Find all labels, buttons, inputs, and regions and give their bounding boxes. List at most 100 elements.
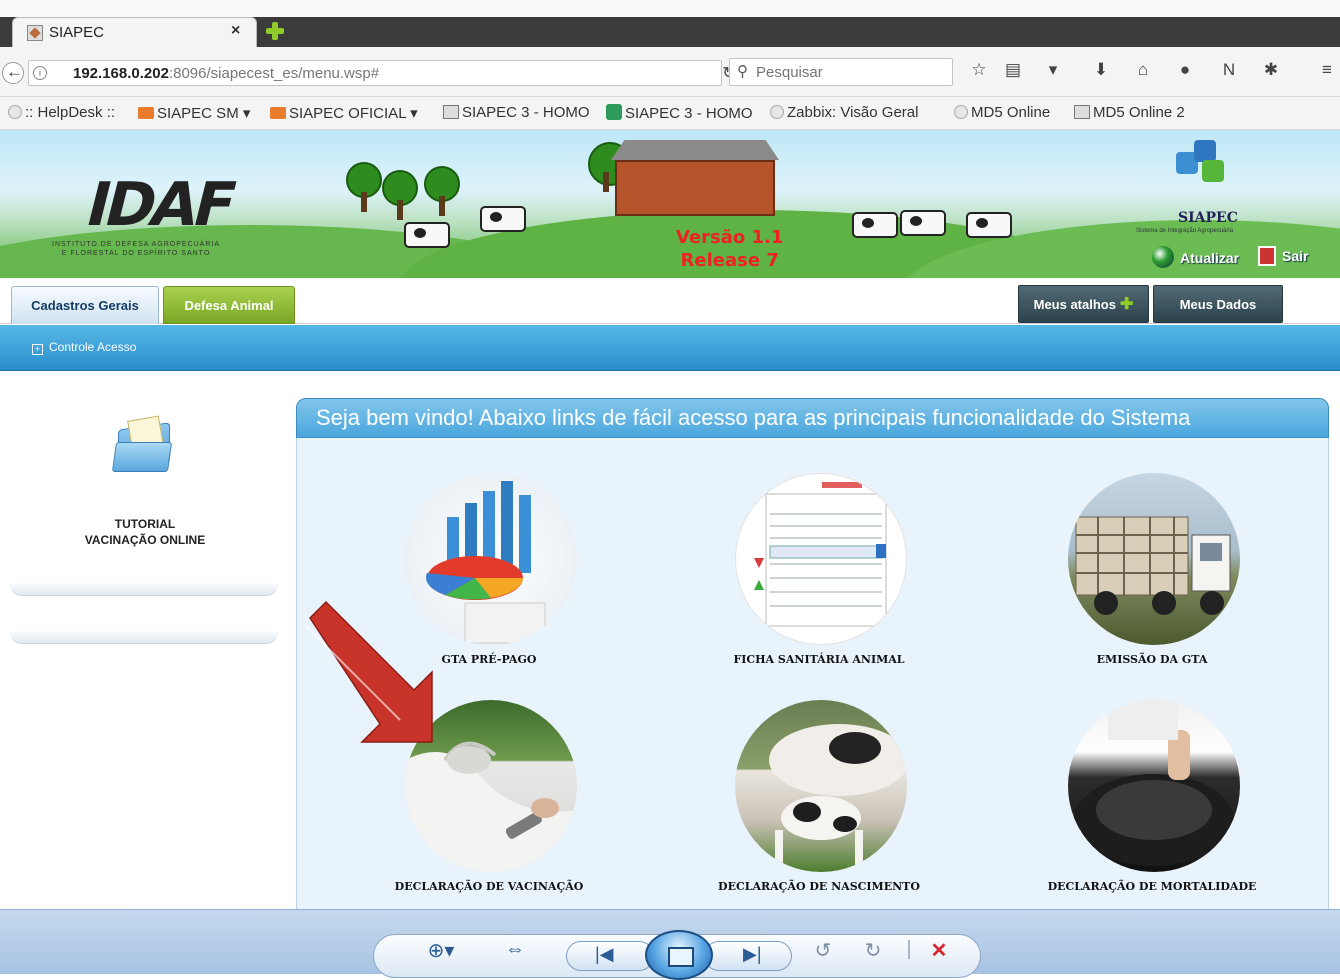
home-icon[interactable]: ⌂: [1130, 60, 1156, 80]
slideshow-button[interactable]: [645, 930, 713, 980]
bookmark-helpdesk[interactable]: :: HelpDesk ::: [8, 104, 115, 121]
new-tab-button[interactable]: [264, 20, 286, 42]
search-input[interactable]: [756, 62, 946, 82]
shortcut-label: EMISSÃO DA GTA: [1096, 653, 1208, 666]
farmhouse-graphic: [615, 160, 775, 216]
shortcut-label: DECLARAÇÃO DE VACINAÇÃO: [394, 880, 584, 893]
atualizar-button[interactable]: Atualizar: [1152, 246, 1239, 268]
next-icon: ▶|: [743, 944, 762, 964]
extension-dropdown-icon[interactable]: ✱: [1258, 60, 1284, 80]
idaf-subtitle: INSTITUTO DE DEFESA AGROPECUÁRIA E FLORES…: [52, 240, 220, 258]
search-box[interactable]: ⚲: [729, 58, 953, 86]
atualizar-label: Atualizar: [1180, 250, 1240, 266]
bookmark-star-icon[interactable]: ☆: [966, 60, 992, 80]
bookmark-folder-siapec-sm[interactable]: SIAPEC SM ▾: [138, 104, 250, 122]
image-icon: [443, 105, 459, 119]
menu-controle-acesso[interactable]: + Controle Acesso: [32, 340, 136, 355]
address-bar[interactable]: i 192.168.0.202:8096/siapecest_es/menu.w…: [28, 60, 736, 86]
downloads-icon[interactable]: ⬇: [1088, 60, 1114, 80]
bookmark-label: MD5 Online 2: [1093, 104, 1185, 121]
previous-icon: |◀: [595, 944, 614, 964]
tutorial-label-line1: TUTORIAL: [114, 517, 176, 531]
next-image-button[interactable]: ▶|: [704, 941, 792, 971]
welcome-heading: Seja bem vindo! Abaixo links de fácil ac…: [316, 405, 1191, 430]
chat-icon[interactable]: ●: [1172, 60, 1198, 80]
previous-image-button[interactable]: |◀: [566, 941, 654, 971]
image-icon: [1074, 105, 1090, 119]
cow-graphic: [966, 212, 1012, 238]
shortcut-label: DECLARAÇÃO DE MORTALIDADE: [1047, 880, 1257, 893]
sidebar-separator: [10, 630, 278, 644]
browser-tab-title: SIAPEC: [49, 24, 105, 41]
siapec-brand: SIAPEC: [1178, 210, 1238, 226]
browser-tab-siapec[interactable]: SIAPEC ×: [12, 17, 257, 47]
bookmark-folder-siapec-oficial[interactable]: SIAPEC OFICIAL ▾: [270, 104, 418, 122]
fit-to-window-icon[interactable]: ⇔: [500, 938, 530, 961]
tab-defesa-animal[interactable]: Defesa Animal: [163, 286, 295, 324]
shortcut-declaracao-mortalidade[interactable]: DECLARAÇÃO DE MORTALIDADE: [1027, 700, 1277, 900]
arrow-left-icon: ←: [6, 62, 23, 81]
bookmark-label: SIAPEC 3 - HOMO: [462, 104, 590, 121]
rotate-counterclockwise-icon[interactable]: ↺: [808, 938, 838, 963]
bookmark-label: :: HelpDesk ::: [25, 104, 116, 121]
shortcut-label: DECLARAÇÃO DE NASCIMENTO: [718, 880, 920, 893]
tutorial-vacinacao-link[interactable]: TUTORIAL VACINAÇÃO ONLINE: [50, 412, 230, 562]
controle-acesso-label: Controle Acesso: [49, 340, 137, 354]
bookmark-label: SIAPEC OFICIAL ▾: [289, 105, 418, 122]
dead-cattle-image: [1068, 700, 1240, 872]
folder-icon: [270, 107, 286, 119]
red-pointer-arrow: [305, 600, 433, 743]
meus-dados-button[interactable]: Meus Dados: [1153, 285, 1283, 323]
bookmark-zabbix[interactable]: Zabbix: Visão Geral: [770, 104, 918, 121]
toolbar-divider: |: [906, 938, 912, 960]
siapec-favicon-icon: [27, 25, 43, 41]
idaf-subtitle-line2: E FLORESTAL DO ESPÍRITO SANTO: [61, 250, 211, 257]
shortcut-emissao-gta[interactable]: EMISSÃO DA GTA: [1027, 473, 1277, 673]
bookmark-siapec3-homo-2[interactable]: SIAPEC 3 - HOMO: [606, 104, 753, 122]
window-titlebar: [0, 0, 1340, 17]
extension-n-icon[interactable]: N: [1216, 60, 1242, 80]
refresh-globe-icon: [1152, 246, 1174, 268]
zoom-in-dropdown-icon[interactable]: ⊕▾: [416, 938, 466, 963]
globe-icon: [770, 105, 784, 119]
shortcut-declaracao-nascimento[interactable]: DECLARAÇÃO DE NASCIMENTO: [694, 700, 944, 900]
release-number: Release 7: [680, 250, 779, 271]
search-icon: ⚲: [737, 63, 748, 80]
site-info-icon[interactable]: i: [33, 66, 47, 80]
back-button[interactable]: ←: [2, 62, 24, 84]
reading-list-icon[interactable]: ▤: [1000, 60, 1026, 80]
hamburger-menu-icon[interactable]: ≡: [1314, 60, 1340, 80]
folder-icon: [138, 107, 154, 119]
version-number: Versão 1.1: [676, 227, 784, 248]
close-tab-icon[interactable]: ×: [231, 22, 240, 40]
rotate-clockwise-icon[interactable]: ↻: [858, 938, 888, 963]
bookmark-label: MD5 Online: [971, 104, 1051, 121]
cow-graphic: [404, 222, 450, 248]
calf-nursing-image: [735, 700, 907, 872]
tutorial-label: TUTORIAL VACINAÇÃO ONLINE: [50, 516, 240, 548]
bookmark-md5-online-2[interactable]: MD5 Online 2: [1074, 104, 1185, 121]
siapec-puzzle-logo: [1172, 138, 1232, 188]
green-app-icon: [606, 104, 622, 120]
cow-graphic: [852, 212, 898, 238]
cow-graphic: [480, 206, 526, 232]
menu-bar: [0, 325, 1340, 371]
bookmark-siapec3-homo-1[interactable]: SIAPEC 3 - HOMO: [443, 104, 590, 121]
plus-icon: ✚: [1119, 296, 1134, 313]
globe-icon: [8, 105, 22, 119]
url-host: 192.168.0.202: [73, 65, 169, 82]
globe-icon: [954, 105, 968, 119]
sair-button[interactable]: Sair: [1258, 246, 1308, 266]
bookmark-md5-online[interactable]: MD5 Online: [954, 104, 1050, 121]
tab-cadastros-gerais[interactable]: Cadastros Gerais: [11, 286, 159, 324]
pocket-icon[interactable]: ▾: [1040, 60, 1066, 80]
version-info: Versão 1.1 Release 7: [676, 226, 783, 272]
meus-atalhos-button[interactable]: Meus atalhos ✚: [1018, 285, 1149, 323]
meus-atalhos-label: Meus atalhos: [1033, 297, 1116, 312]
url-path: :8096/siapecest_es/menu.wsp#: [168, 65, 380, 82]
bookmark-label: Zabbix: Visão Geral: [787, 104, 919, 121]
delete-icon[interactable]: ✕: [924, 938, 954, 963]
sidebar-separator: [10, 582, 278, 596]
cattle-truck-image: [1068, 473, 1240, 645]
shortcut-ficha-sanitaria[interactable]: FICHA SANITÁRIA ANIMAL: [694, 473, 944, 673]
